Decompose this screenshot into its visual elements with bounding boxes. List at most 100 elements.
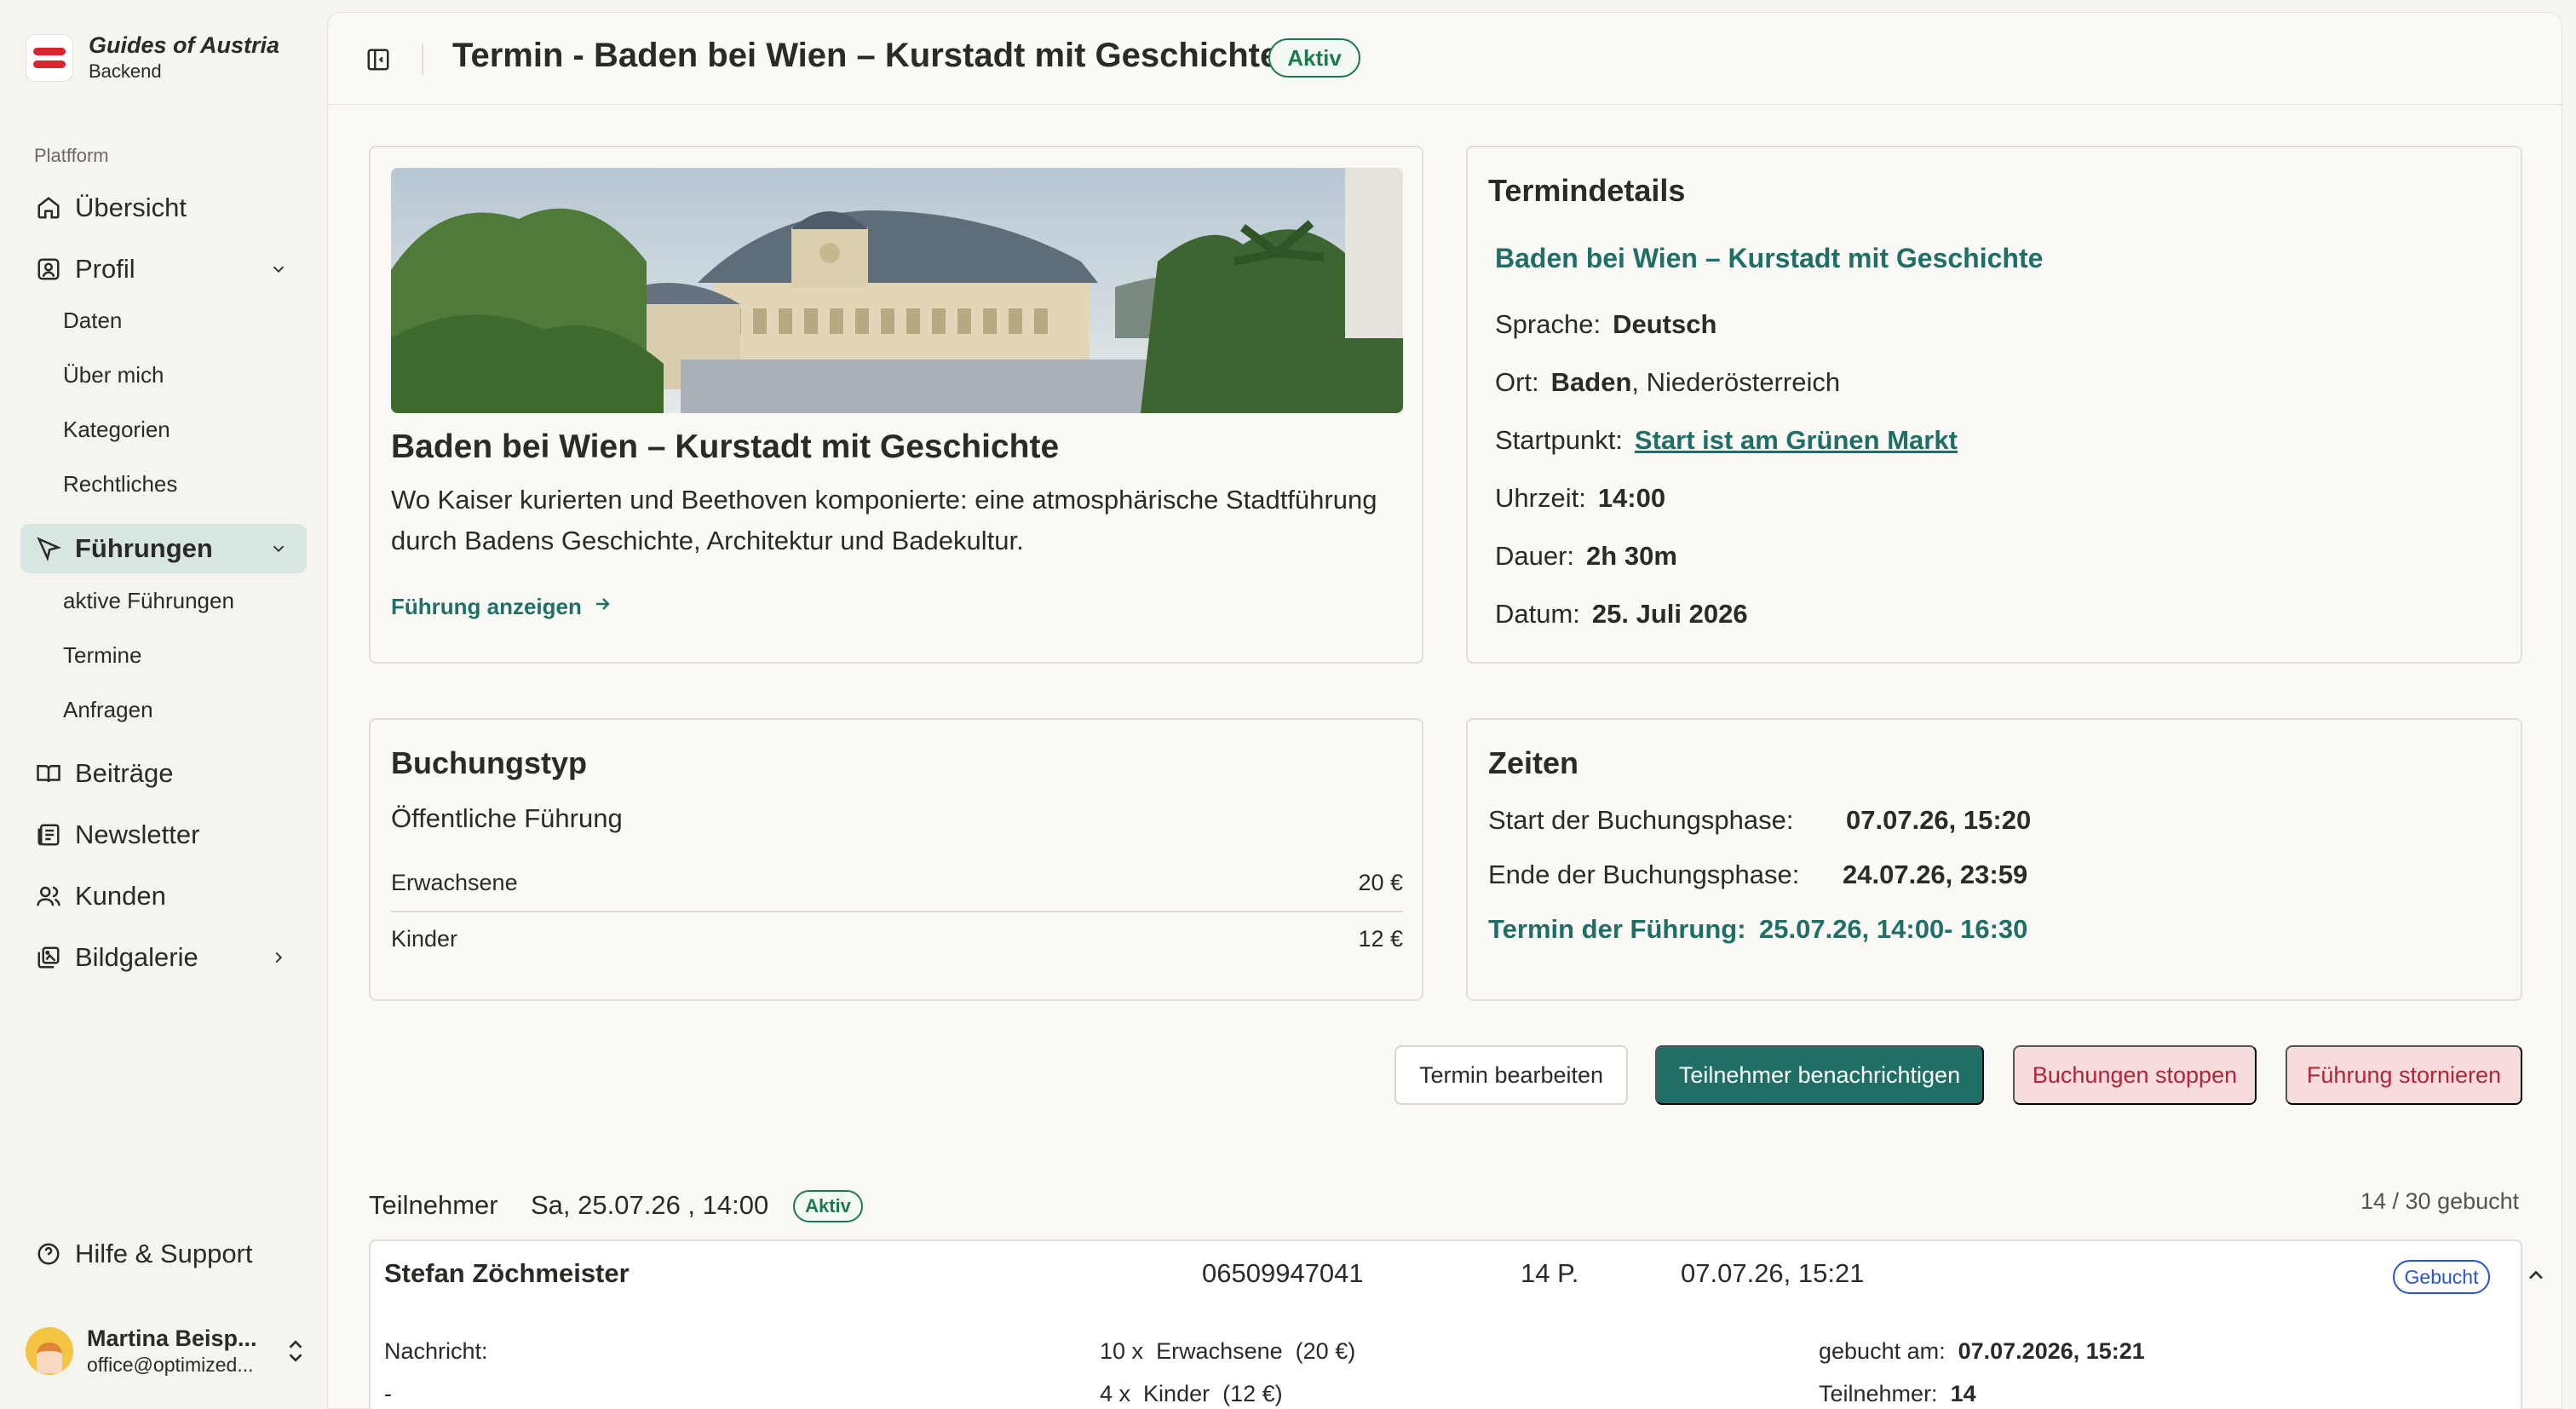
book-icon: [34, 759, 63, 788]
sidebar-item-beitraege[interactable]: Beiträge: [20, 749, 307, 798]
sidebar-subitem-rechtliches[interactable]: Rechtliches: [63, 467, 177, 501]
sidebar-item-bildgalerie[interactable]: Bildgalerie: [20, 933, 307, 982]
sidebar-item-label: Bildgalerie: [75, 942, 198, 972]
brand-subtitle: Backend: [89, 60, 162, 82]
sidebar-subitem-termine[interactable]: Termine: [63, 638, 141, 672]
adult-line: 10 x Erwachsene (20 €): [1100, 1338, 1355, 1365]
newspaper-icon: [34, 820, 63, 849]
tour-description: Wo Kaiser kurierten und Beethoven kompon…: [391, 485, 1377, 555]
detail-value: Baden: [1550, 367, 1632, 397]
detail-value: Deutsch: [1613, 309, 1717, 339]
detail-datum: Datum: 25. Juli 2026: [1495, 599, 1748, 630]
detail-label: Sprache:: [1495, 309, 1601, 339]
show-tour-label: Führung anzeigen: [391, 594, 582, 619]
status-badge: Aktiv: [1268, 38, 1360, 78]
zeit-value: 07.07.26, 15:20: [1846, 805, 2032, 835]
users-icon: [34, 882, 63, 911]
help-support-link[interactable]: Hilfe & Support: [20, 1229, 307, 1279]
participants-count: 14 / 30 gebucht: [2360, 1188, 2520, 1214]
gebucht-am-line: gebucht am: 07.07.2026, 15:21: [1819, 1338, 2145, 1365]
sidebar-item-label: Newsletter: [75, 820, 200, 849]
child-qty: 4 x: [1100, 1381, 1131, 1406]
zeit-label: Termin der Führung:: [1488, 914, 1746, 944]
zeit-start: Start der Buchungsphase: 07.07.26, 15:20: [1488, 805, 2031, 836]
sidebar-item-label: Führungen: [75, 533, 213, 563]
zeit-ende: Ende der Buchungsphase: 24.07.26, 23:59: [1488, 860, 2027, 890]
booking-name: Stefan Zöchmeister: [384, 1258, 630, 1288]
detail-tour-name[interactable]: Baden bei Wien – Kurstadt mit Geschichte: [1495, 243, 2043, 274]
help-label: Hilfe & Support: [75, 1239, 253, 1268]
detail-label: Dauer:: [1495, 541, 1575, 571]
arrow-right-icon: [592, 594, 612, 620]
stop-bookings-button[interactable]: Buchungen stoppen: [2013, 1045, 2257, 1105]
price-row: Erwachsene 20 €: [391, 870, 1403, 896]
chevrons-up-down-icon[interactable]: [285, 1336, 307, 1371]
zeiten-heading: Zeiten: [1488, 745, 1579, 780]
austria-flag-logo: [26, 33, 73, 82]
sidebar-subitem-aktive-fuehrungen[interactable]: aktive Führungen: [63, 584, 234, 618]
price-row: Kinder 12 €: [391, 926, 1403, 952]
zeit-value: 25.07.26, 14:00- 16:30: [1759, 914, 2028, 944]
sidebar-item-kunden[interactable]: Kunden: [20, 871, 307, 921]
home-icon: [34, 193, 63, 222]
teilnehmer-line: Teilnehmer: 14: [1819, 1381, 1976, 1407]
price-value: 12 €: [1358, 926, 1403, 952]
participants-date: Sa, 25.07.26 , 14:00: [531, 1190, 769, 1220]
buchungstyp-card: Buchungstyp Öffentliche Führung Erwachse…: [369, 718, 1423, 1001]
avatar: [26, 1327, 73, 1375]
topbar: Termin - Baden bei Wien – Kurstadt mit G…: [328, 13, 2562, 105]
booking-status-badge: Gebucht: [2393, 1260, 2490, 1294]
sidebar-subitem-kategorien[interactable]: Kategorien: [63, 412, 170, 446]
sidebar-item-fuehrungen[interactable]: Führungen: [20, 524, 307, 573]
buchungstyp-type: Öffentliche Führung: [391, 803, 623, 833]
chevron-down-icon[interactable]: [266, 256, 291, 282]
chevron-up-icon[interactable]: [2524, 1263, 2548, 1291]
startpunkt-link[interactable]: Start ist am Grünen Markt: [1635, 425, 1958, 455]
detail-startpunkt: Startpunkt: Start ist am Grünen Markt: [1495, 425, 1958, 456]
detail-ort: Ort: Baden, Niederösterreich: [1495, 367, 1840, 398]
navigation-icon: [34, 534, 63, 563]
detail-value-region: , Niederösterreich: [1631, 367, 1841, 397]
sidebar-subitem-anfragen[interactable]: Anfragen: [63, 693, 153, 727]
sidebar-subitem-ueber-mich[interactable]: Über mich: [63, 358, 164, 392]
sidebar-item-label: Kunden: [75, 881, 166, 911]
divider: [422, 43, 423, 76]
tour-image: [391, 168, 1403, 413]
sidebar-subitem-daten[interactable]: Daten: [63, 303, 122, 337]
participants-status-badge: Aktiv: [793, 1190, 863, 1222]
brand[interactable]: Guides of Austria Backend: [26, 32, 279, 83]
cancel-tour-button[interactable]: Führung stornieren: [2286, 1045, 2522, 1105]
zeit-label: Start der Buchungsphase:: [1488, 805, 1794, 835]
sidebar-item-label: Profil: [75, 254, 135, 284]
user-menu[interactable]: Martina Beisp... office@optimized...: [26, 1317, 307, 1385]
sidebar-item-profil[interactable]: Profil: [20, 244, 307, 294]
detail-label: Datum:: [1495, 599, 1580, 629]
booking-date: 07.07.26, 15:21: [1681, 1258, 1865, 1288]
zeit-value: 24.07.26, 23:59: [1843, 860, 2028, 889]
user-email: office@optimized...: [87, 1354, 254, 1376]
main-content: Termin - Baden bei Wien – Kurstadt mit G…: [327, 12, 2562, 1409]
sidebar-item-newsletter[interactable]: Newsletter: [20, 810, 307, 860]
nachricht-label: Nachricht:: [384, 1338, 488, 1364]
image-gallery-icon: [34, 943, 63, 972]
notify-participants-button[interactable]: Teilnehmer benachrichtigen: [1655, 1045, 1984, 1105]
sidebar-item-label: Übersicht: [75, 193, 187, 222]
sidebar-toggle-icon[interactable]: [365, 47, 391, 72]
show-tour-link[interactable]: Führung anzeigen: [391, 594, 612, 620]
buchungstyp-heading: Buchungstyp: [391, 745, 587, 780]
booking-row[interactable]: Stefan Zöchmeister 06509947041 14 P. 07.…: [369, 1239, 2543, 1409]
edit-termin-button[interactable]: Termin bearbeiten: [1394, 1045, 1628, 1105]
chevron-down-icon[interactable]: [266, 536, 291, 561]
price-value: 20 €: [1358, 870, 1403, 895]
tour-card: Baden bei Wien – Kurstadt mit Geschichte…: [369, 146, 1423, 664]
adult-label: Erwachsene: [1156, 1338, 1283, 1364]
tour-title: Baden bei Wien – Kurstadt mit Geschichte: [391, 428, 1060, 465]
sidebar-item-uebersicht[interactable]: Übersicht: [20, 183, 307, 233]
price-label: Kinder: [391, 926, 458, 952]
price-label: Erwachsene: [391, 870, 518, 895]
termindetails-card: Termindetails Baden bei Wien – Kurstadt …: [1466, 146, 2522, 664]
child-price: (12 €): [1222, 1381, 1283, 1406]
zeit-label: Ende der Buchungsphase:: [1488, 860, 1800, 889]
page-title: Termin - Baden bei Wien – Kurstadt mit G…: [452, 37, 1279, 74]
chevron-right-icon[interactable]: [266, 945, 291, 970]
